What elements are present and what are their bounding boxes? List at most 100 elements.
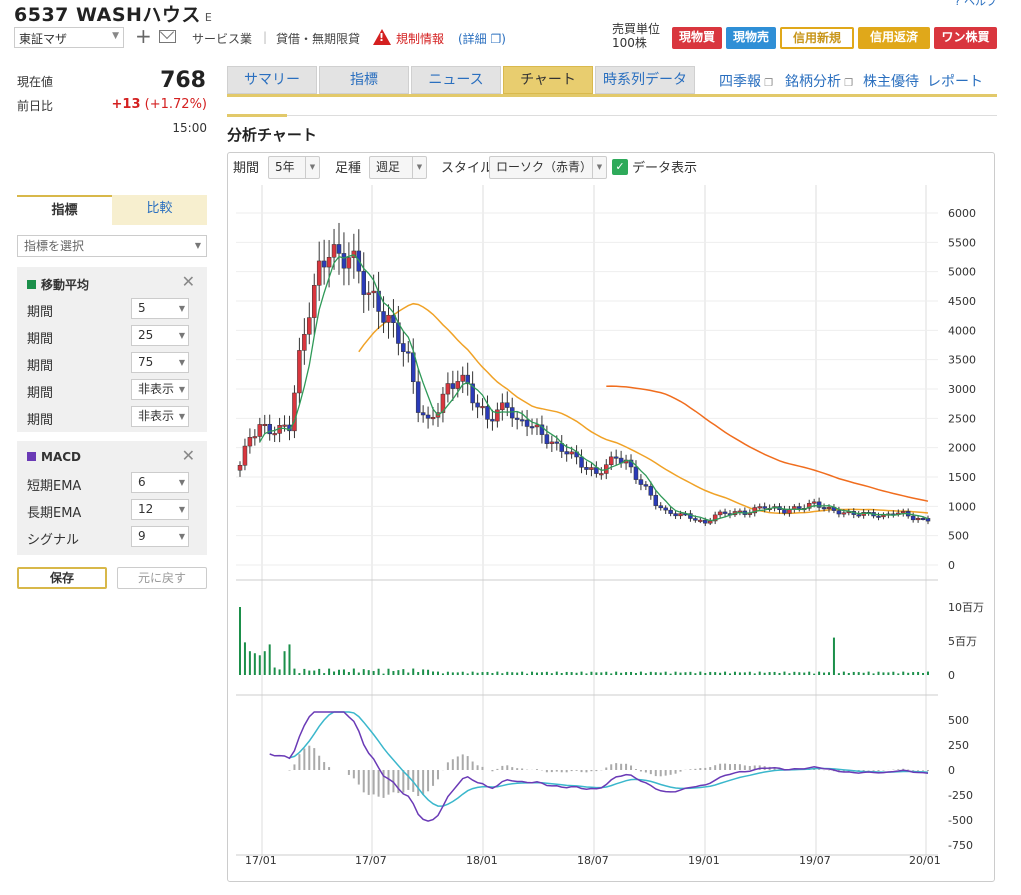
chevron-down-icon: ▼ — [178, 385, 185, 394]
tab-indicator-panel[interactable]: 指標 — [17, 195, 112, 225]
one-share-buy-button[interactable]: ワン株買 — [934, 27, 997, 49]
cash-buy-button[interactable]: 現物買 — [672, 27, 722, 49]
volume-bar — [278, 669, 281, 675]
volume-bar — [560, 672, 563, 675]
volume-bar — [328, 668, 331, 675]
volume-bar — [808, 671, 811, 675]
add-watchlist-icon[interactable]: + — [135, 26, 152, 46]
margin-close-button[interactable]: 信用返済 — [858, 27, 930, 49]
macd-hist-bar — [451, 759, 454, 770]
candle-body — [346, 257, 352, 269]
tab-summary[interactable]: サマリー — [227, 66, 317, 94]
ma-period-label: 期間 — [27, 386, 54, 401]
reset-button[interactable]: 元に戻す — [117, 567, 207, 589]
macd-long-label: 長期EMA — [27, 506, 82, 521]
macd-hist-bar — [590, 770, 593, 772]
regulation-link[interactable]: 規制情報 — [396, 30, 444, 47]
link-shikiho[interactable]: 四季報 ❐ — [719, 71, 773, 91]
macd-hist-bar — [422, 770, 425, 795]
candle-body — [307, 317, 312, 335]
macd-panel-title: MACD — [27, 450, 81, 464]
link-analysis[interactable]: 銘柄分析 ❐ — [785, 71, 853, 91]
mail-icon[interactable] — [159, 30, 176, 43]
volume-bar — [847, 672, 850, 675]
foot-label: 足種 — [335, 161, 362, 176]
candlesticks — [237, 222, 931, 526]
help-link[interactable]: ? ヘルプ — [955, 0, 997, 9]
macd-signal-select[interactable]: 9 ▼ — [131, 526, 189, 547]
macd-hist-bar — [699, 768, 702, 770]
y-tick-label: 3000 — [948, 383, 976, 396]
link-shareholder-benefits[interactable]: 株主優待 — [863, 71, 919, 91]
volume-bar — [352, 668, 355, 675]
macd-hist-bar — [664, 770, 667, 776]
ma-period-select-1[interactable]: 5 ▼ — [131, 298, 189, 319]
chevron-down-icon: ▼ — [178, 412, 185, 421]
tab-news[interactable]: ニュース — [411, 66, 501, 94]
y-tick-label: 4500 — [948, 295, 976, 308]
candle-body — [599, 473, 604, 476]
tab-timeseries[interactable]: 時系列データ — [595, 66, 695, 94]
candle-body — [589, 467, 594, 470]
regulation-detail-link[interactable]: (詳細 ❐) — [458, 30, 506, 47]
volume-bar — [313, 670, 316, 675]
macd-hist-bar — [729, 764, 732, 770]
tab-chart[interactable]: チャート — [503, 66, 593, 94]
chevron-down-icon: ▼ — [305, 157, 319, 178]
ma-period-select-4[interactable]: 非表示 ▼ — [131, 379, 189, 400]
candle-body — [311, 285, 317, 318]
foot-select[interactable]: 週足 ▼ — [369, 156, 427, 179]
macd-signal-line — [289, 711, 929, 807]
volume-bar — [857, 672, 860, 675]
macd-short-label: 短期EMA — [27, 479, 82, 494]
tab-compare-panel[interactable]: 比較 — [112, 195, 207, 225]
ma-period-select-5[interactable]: 非表示 ▼ — [131, 406, 189, 427]
volume-bar — [367, 670, 370, 675]
volume-bar — [649, 671, 652, 675]
macd-hist-bar — [466, 756, 469, 770]
cash-sell-button[interactable]: 現物売 — [726, 27, 776, 49]
macd-hist-bar — [689, 769, 692, 770]
macd-hist-bar — [293, 764, 296, 770]
volume-bar — [748, 671, 751, 675]
volume-bar — [620, 672, 623, 675]
macd-hist-bar — [357, 770, 360, 785]
volume-bar — [451, 672, 454, 675]
close-icon[interactable]: ✕ — [182, 272, 195, 291]
volume-bar — [432, 671, 435, 675]
macd-hist-bar — [313, 748, 316, 770]
ma-period-select-3[interactable]: 75 ▼ — [131, 352, 189, 373]
macd-long-select[interactable]: 12 ▼ — [131, 499, 189, 520]
candle-body — [564, 451, 569, 455]
chevron-down-icon: ▼ — [178, 532, 185, 541]
volume-bar — [253, 653, 256, 675]
margin-new-button[interactable]: 信用新規 — [780, 27, 854, 49]
ma-period-label: 期間 — [27, 413, 54, 428]
market-select[interactable]: 東証マザ ▼ — [14, 27, 124, 48]
macd-tick-label: 0 — [948, 764, 955, 777]
macd-hist-bar — [555, 770, 558, 772]
candle-body — [460, 374, 465, 382]
volume-bar — [724, 671, 727, 675]
tab-indicators[interactable]: 指標 — [319, 66, 409, 94]
volume-bar — [258, 655, 261, 675]
y-tick-label: 5000 — [948, 266, 976, 279]
macd-hist-bar — [456, 756, 459, 770]
link-report[interactable]: レポート — [927, 71, 983, 91]
macd-hist-bar — [417, 770, 420, 797]
macd-short-select[interactable]: 6 ▼ — [131, 472, 189, 493]
candle-body — [445, 383, 451, 395]
data-display-checkbox[interactable]: ✓ — [612, 159, 628, 175]
style-select[interactable]: ローソク（赤青） ▼ — [489, 156, 607, 179]
ma-period-select-2[interactable]: 25 ▼ — [131, 325, 189, 346]
indicator-select[interactable]: 指標を選択 ▼ — [17, 235, 207, 257]
period-select[interactable]: 5年 ▼ — [268, 156, 320, 179]
macd-hist-bar — [927, 770, 929, 772]
save-button[interactable]: 保存 — [17, 567, 107, 589]
candle-body — [386, 314, 391, 323]
close-icon[interactable]: ✕ — [182, 446, 195, 465]
volume-bar — [417, 672, 420, 675]
candle-body — [509, 407, 515, 419]
volume-bar — [471, 671, 474, 675]
current-price: 768 — [160, 68, 206, 93]
